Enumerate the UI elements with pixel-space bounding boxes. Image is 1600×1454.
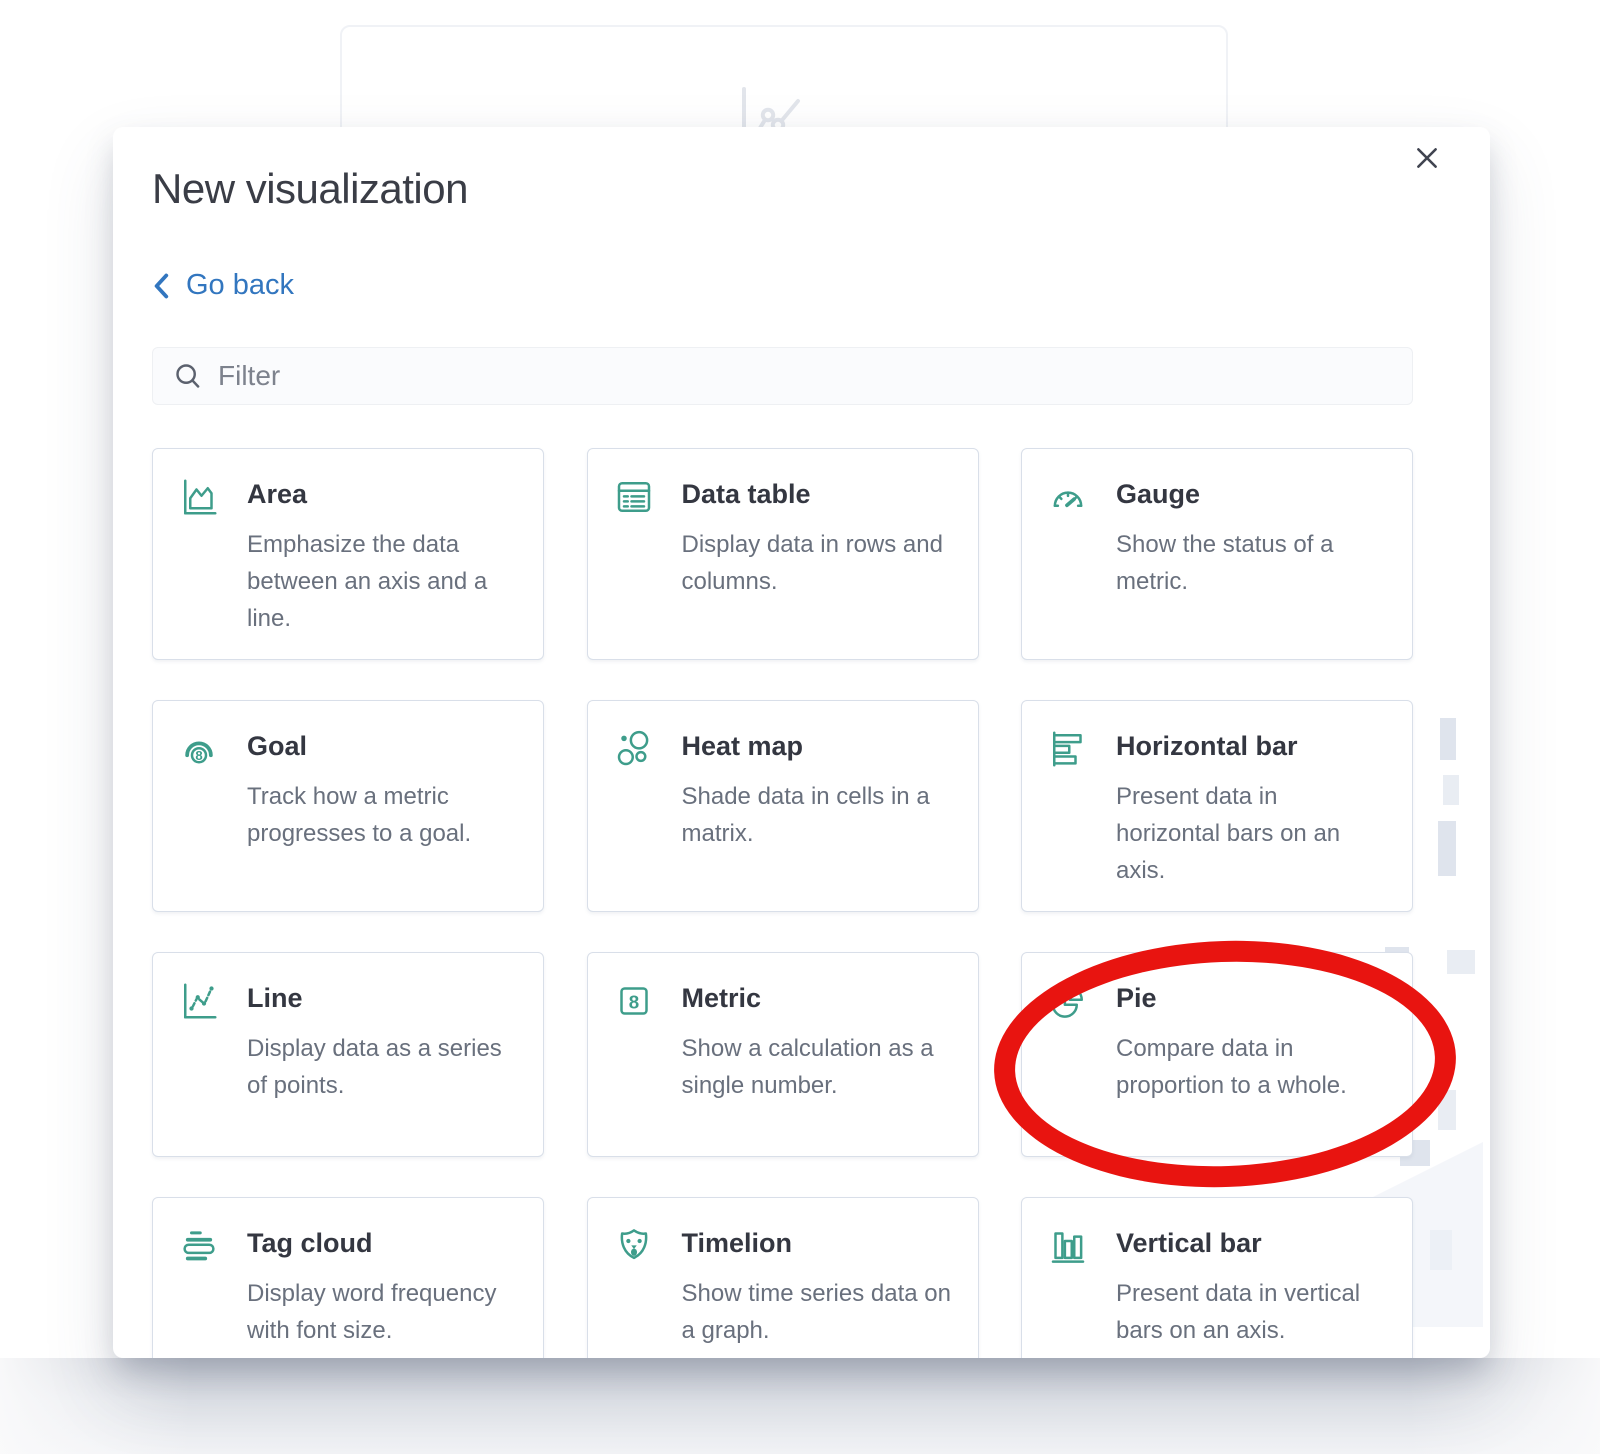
background-decoration [1447,950,1475,974]
data-table-icon [614,477,654,522]
card-description: Emphasize the data between an axis and a… [247,526,517,637]
background-decoration [1438,1090,1456,1130]
background-decoration [1438,821,1456,876]
viz-card-gauge[interactable]: Gauge Show the status of a metric. [1021,448,1413,660]
card-title: Timelion [682,1228,952,1259]
card-title: Data table [682,479,952,510]
viz-card-data-table[interactable]: Data table Display data in rows and colu… [587,448,979,660]
horizontal-bar-icon [1048,729,1088,774]
card-title: Metric [682,983,952,1014]
card-description: Compare data in proportion to a whole. [1116,1030,1386,1104]
card-title: Pie [1116,983,1386,1014]
filter-input[interactable] [152,347,1413,405]
card-description: Track how a metric progresses to a goal. [247,778,517,852]
search-icon [173,361,203,391]
card-description: Display data as a series of points. [247,1030,517,1104]
area-chart-icon [179,477,219,522]
heat-map-icon [614,729,654,774]
svg-text:8: 8 [628,991,638,1012]
background-decoration [1440,718,1456,760]
goal-icon: 8 [179,729,219,774]
background-decoration [1443,775,1459,805]
card-description: Show the status of a metric. [1116,526,1386,600]
modal-title: New visualization [152,165,468,213]
card-title: Area [247,479,517,510]
viz-card-line[interactable]: Line Display data as a series of points. [152,952,544,1157]
close-icon[interactable] [1412,143,1442,173]
viz-card-vertical-bar[interactable]: Vertical bar Present data in vertical ba… [1021,1197,1413,1358]
viz-card-timelion[interactable]: Timelion Show time series data on a grap… [587,1197,979,1358]
viz-card-heat-map[interactable]: Heat map Shade data in cells in a matrix… [587,700,979,912]
card-description: Present data in horizontal bars on an ax… [1116,778,1386,889]
card-description: Shade data in cells in a matrix. [682,778,952,852]
card-title: Horizontal bar [1116,731,1386,762]
timelion-icon [614,1226,654,1271]
vertical-bar-icon [1048,1226,1088,1271]
card-description: Display data in rows and columns. [682,526,952,600]
card-description: Show time series data on a graph. [682,1275,952,1349]
line-chart-icon [179,981,219,1026]
card-title: Line [247,983,517,1014]
page-bottom-shade [0,1358,1600,1454]
viz-card-metric[interactable]: 8 Metric Show a calculation as a single … [587,952,979,1157]
gauge-icon [1048,477,1088,522]
viz-card-goal[interactable]: 8 Goal Track how a metric progresses to … [152,700,544,912]
viz-card-area[interactable]: Area Emphasize the data between an axis … [152,448,544,660]
filter-field [152,347,1413,405]
card-title: Heat map [682,731,952,762]
go-back-link[interactable]: Go back [152,269,294,302]
card-title: Goal [247,731,517,762]
pie-chart-icon [1048,981,1088,1026]
svg-text:8: 8 [195,748,202,763]
go-back-label: Go back [186,269,294,302]
card-description: Show a calculation as a single number. [682,1030,952,1104]
new-visualization-modal: New visualization Go back [113,127,1490,1358]
card-title: Vertical bar [1116,1228,1386,1259]
card-title: Gauge [1116,479,1386,510]
chevron-left-icon [152,272,170,300]
card-description: Present data in vertical bars on an axis… [1116,1275,1386,1349]
viz-card-horizontal-bar[interactable]: Horizontal bar Present data in horizonta… [1021,700,1413,912]
card-title: Tag cloud [247,1228,517,1259]
viz-card-tag-cloud[interactable]: Tag cloud Display word frequency with fo… [152,1197,544,1358]
card-description: Display word frequency with font size. [247,1275,517,1349]
tag-cloud-icon [179,1226,219,1271]
metric-icon: 8 [614,981,654,1026]
viz-card-pie[interactable]: Pie Compare data in proportion to a whol… [1021,952,1413,1157]
visualization-type-grid: Area Emphasize the data between an axis … [152,448,1413,1358]
